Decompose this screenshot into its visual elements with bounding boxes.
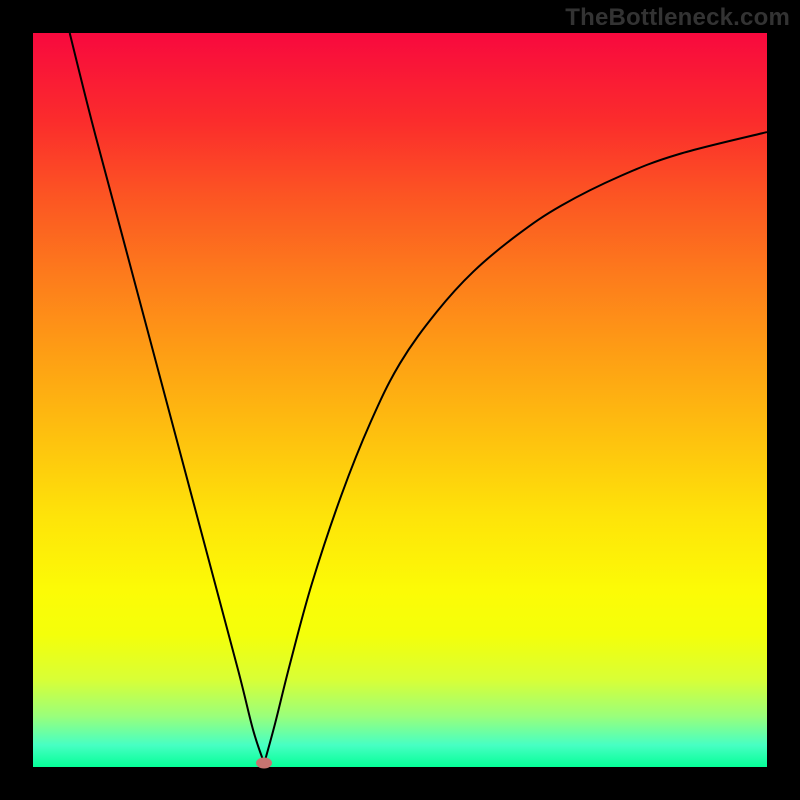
plot-area xyxy=(33,33,767,767)
watermark-text: TheBottleneck.com xyxy=(565,4,790,32)
optimum-marker xyxy=(256,758,272,769)
curve-right-branch xyxy=(264,132,767,763)
chart-container: TheBottleneck.com xyxy=(0,0,800,800)
bottleneck-curve xyxy=(33,33,767,767)
curve-left-branch xyxy=(70,33,265,763)
